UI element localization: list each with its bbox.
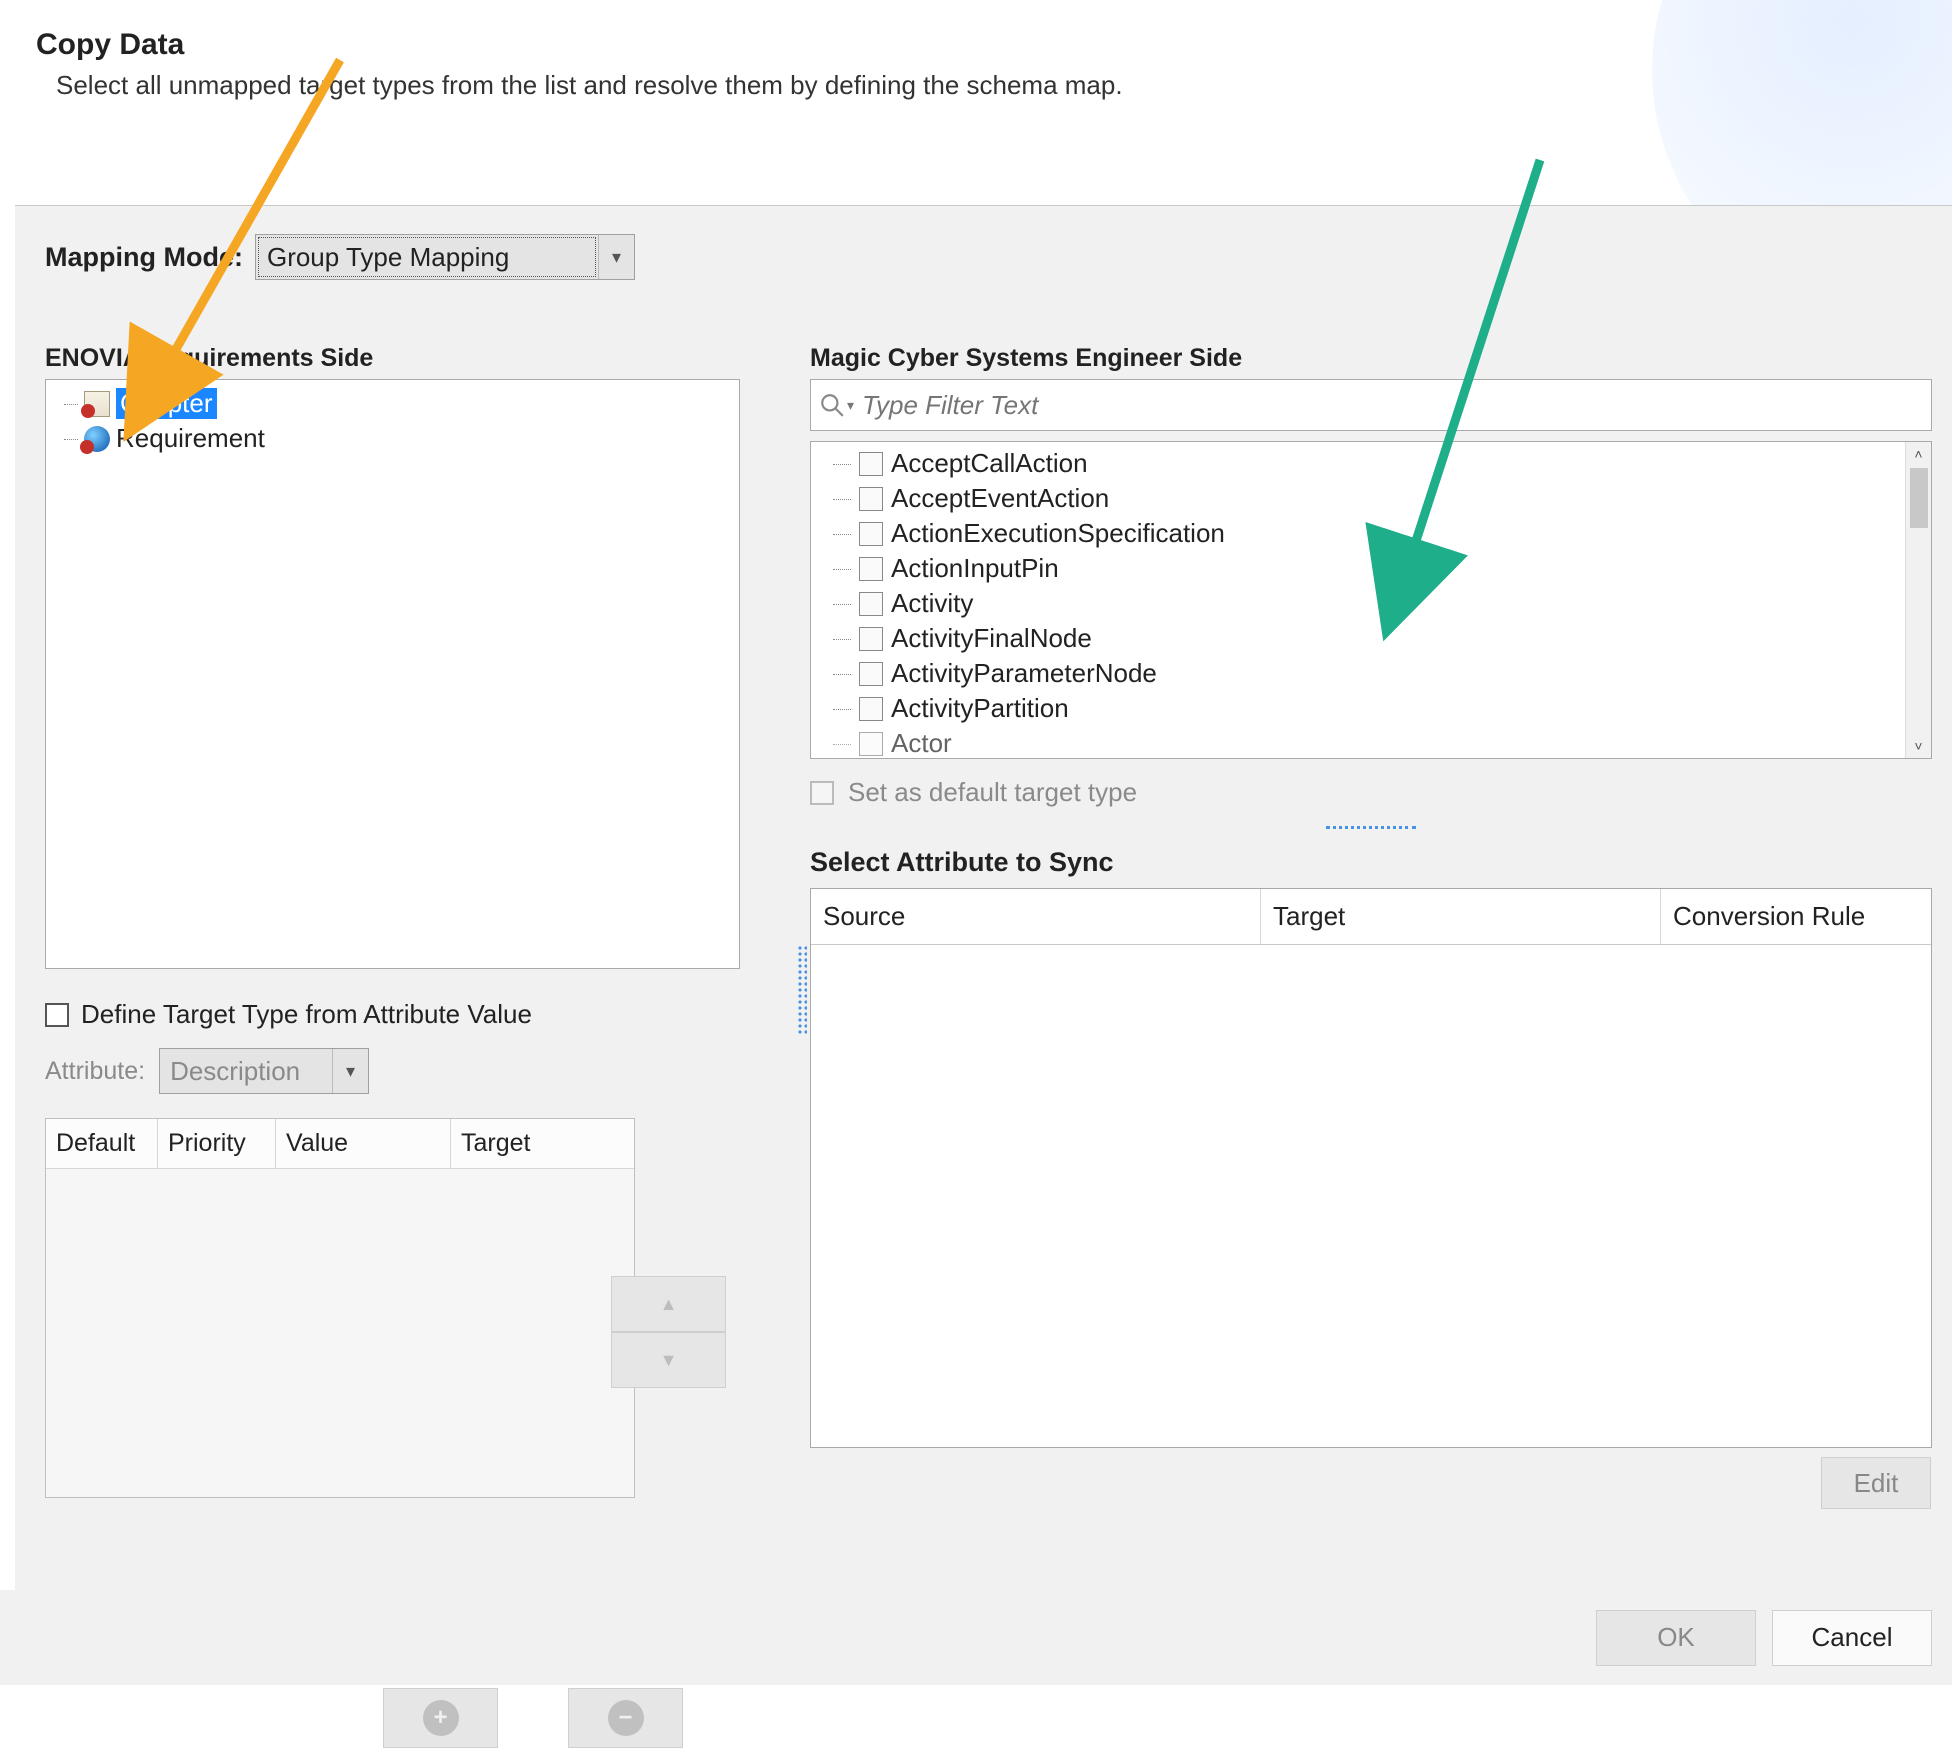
left-panel-title: ENOVIA Requirements Side [45, 344, 760, 373]
type-item[interactable]: ActivityParameterNode [817, 656, 1925, 691]
chevron-down-icon[interactable]: ▾ [598, 235, 634, 279]
tree-item-label: Chapter [116, 388, 217, 419]
type-label: Actor [891, 728, 952, 759]
search-icon [819, 392, 845, 418]
checkbox-icon[interactable] [45, 1003, 69, 1027]
type-label: Activity [891, 588, 973, 619]
minus-icon: − [608, 1700, 644, 1736]
col-conversion-rule[interactable]: Conversion Rule [1661, 889, 1931, 944]
attribute-label: Attribute: [45, 1057, 145, 1086]
dialog-header: Copy Data Select all unmapped target typ… [0, 0, 1952, 200]
dialog-title: Copy Data [36, 28, 1916, 62]
attribute-sync-table[interactable]: Source Target Conversion Rule Edit [810, 888, 1932, 1448]
scrollbar-vertical[interactable]: ˄ ˅ [1905, 442, 1931, 758]
type-icon [859, 452, 883, 476]
attribute-value-table[interactable]: Default Priority Value Target [45, 1118, 635, 1498]
add-button: + [383, 1688, 498, 1748]
mapping-mode-value: Group Type Mapping [258, 237, 596, 277]
col-value[interactable]: Value [276, 1119, 451, 1168]
type-item[interactable]: Activity [817, 586, 1925, 621]
type-item[interactable]: Actor [817, 726, 1925, 759]
type-label: AcceptCallAction [891, 448, 1088, 479]
set-default-row: Set as default target type [810, 777, 1932, 808]
col-priority[interactable]: Priority [158, 1119, 276, 1168]
target-type-tree[interactable]: AcceptCallAction AcceptEventAction Actio… [810, 441, 1932, 759]
col-default[interactable]: Default [46, 1119, 158, 1168]
type-icon [859, 697, 883, 721]
type-label: ActivityParameterNode [891, 658, 1157, 689]
dialog-footer: OK Cancel [0, 1590, 1952, 1685]
select-attribute-title: Select Attribute to Sync [810, 847, 1932, 878]
type-icon [859, 522, 883, 546]
right-panel: Magic Cyber Systems Engineer Side ▾ Acce… [810, 344, 1932, 1570]
tree-item-chapter[interactable]: Chapter [52, 386, 733, 421]
type-label: AcceptEventAction [891, 483, 1109, 514]
dialog-body: Mapping Mode: Group Type Mapping ▾ ENOVI… [15, 205, 1952, 1590]
dialog-subtitle: Select all unmapped target types from th… [36, 70, 1916, 101]
type-item[interactable]: ActivityFinalNode [817, 621, 1925, 656]
splitter-handle-vertical[interactable] [797, 945, 807, 1035]
move-down-button: ▼ [611, 1332, 726, 1388]
splitter-handle[interactable] [1326, 826, 1416, 829]
type-item[interactable]: ActivityPartition [817, 691, 1925, 726]
scroll-thumb[interactable] [1910, 468, 1928, 528]
chapter-icon [84, 391, 110, 417]
type-item[interactable]: AcceptCallAction [817, 446, 1925, 481]
move-up-button: ▲ [611, 1276, 726, 1332]
define-target-label: Define Target Type from Attribute Value [81, 999, 532, 1030]
type-icon [859, 732, 883, 756]
type-icon [859, 627, 883, 651]
type-label: ActionExecutionSpecification [891, 518, 1225, 549]
define-target-checkbox-row[interactable]: Define Target Type from Attribute Value [45, 999, 760, 1030]
type-item[interactable]: AcceptEventAction [817, 481, 1925, 516]
col-target[interactable]: Target [1261, 889, 1661, 944]
type-label: ActivityPartition [891, 693, 1069, 724]
type-filter-input[interactable] [860, 389, 1923, 422]
scroll-up-icon[interactable]: ˄ [1914, 442, 1922, 466]
col-source[interactable]: Source [811, 889, 1261, 944]
type-item[interactable]: ActionInputPin [817, 551, 1925, 586]
source-tree[interactable]: Chapter Requirement [45, 379, 740, 969]
type-icon [859, 557, 883, 581]
type-icon [859, 487, 883, 511]
tree-item-label: Requirement [116, 423, 265, 454]
type-label: ActionInputPin [891, 553, 1059, 584]
tree-item-requirement[interactable]: Requirement [52, 421, 733, 456]
type-icon [859, 592, 883, 616]
chevron-down-icon: ▾ [332, 1049, 368, 1093]
type-filter-box[interactable]: ▾ [810, 379, 1932, 431]
attribute-combo: Description ▾ [159, 1048, 369, 1094]
col-target[interactable]: Target [451, 1119, 634, 1168]
plus-icon: + [423, 1700, 459, 1736]
cancel-button[interactable]: Cancel [1772, 1610, 1932, 1666]
ok-button[interactable]: OK [1596, 1610, 1756, 1666]
edit-button: Edit [1821, 1457, 1931, 1509]
mapping-mode-combo[interactable]: Group Type Mapping ▾ [255, 234, 635, 280]
requirement-icon [84, 426, 110, 452]
attribute-value: Description [160, 1049, 332, 1093]
remove-button: − [568, 1688, 683, 1748]
right-panel-title: Magic Cyber Systems Engineer Side [810, 344, 1932, 373]
checkbox-icon [810, 781, 834, 805]
scroll-down-icon[interactable]: ˅ [1914, 734, 1922, 758]
type-label: ActivityFinalNode [891, 623, 1092, 654]
type-item[interactable]: ActionExecutionSpecification [817, 516, 1925, 551]
filter-dropdown-icon[interactable]: ▾ [847, 397, 854, 414]
mapping-mode-label: Mapping Mode: [45, 242, 243, 273]
type-icon [859, 662, 883, 686]
set-default-label: Set as default target type [848, 777, 1137, 808]
